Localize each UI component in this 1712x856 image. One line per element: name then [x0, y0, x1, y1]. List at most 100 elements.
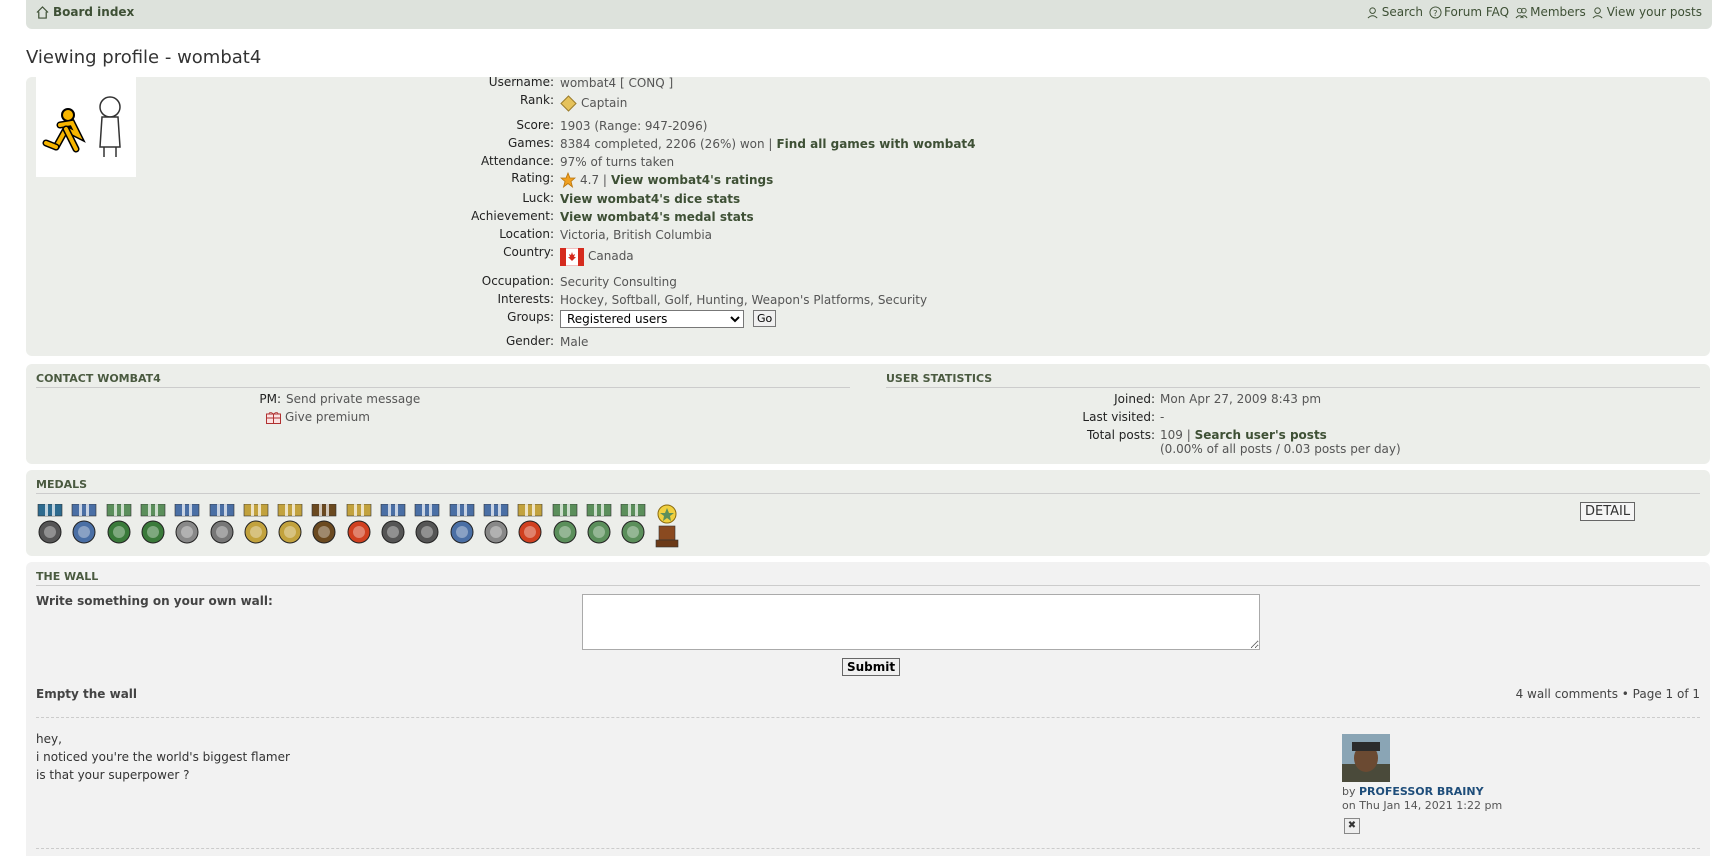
home-icon	[36, 5, 49, 19]
joined-row: Joined: Mon Apr 27, 2009 8:43 pm	[886, 392, 1321, 406]
posts-sub-value: (0.00% of all posts / 0.03 posts per day…	[1160, 442, 1401, 456]
medal-icon	[243, 504, 269, 544]
games-value: 8384 completed, 2206 (26%) won |	[560, 137, 773, 151]
last-visited-row: Last visited: -	[886, 410, 1164, 424]
medal-icon	[346, 504, 371, 544]
total-posts-row: Total posts: 109 | Search user's posts	[886, 428, 1327, 442]
write-wall-label: Write something on your own wall:	[36, 594, 273, 608]
stats-heading: USER STATISTICS	[886, 372, 1700, 388]
medal-icon	[37, 504, 63, 544]
medal-icon	[517, 504, 543, 544]
gender-label: Gender:	[505, 334, 554, 348]
commenter-photo-icon	[1342, 734, 1390, 782]
medal-stats-link[interactable]: View wombat4's medal stats	[560, 210, 754, 224]
medal-icon	[140, 504, 166, 544]
username-value: wombat4 [ CONQ ]	[560, 76, 674, 90]
wall-panel: THE WALL Write something on your own wal…	[26, 562, 1710, 856]
wall-comment-line: hey,	[36, 732, 62, 746]
comment-author-link[interactable]: PROFESSOR BRAINY	[1359, 785, 1484, 798]
medal-detail-button[interactable]: DETAIL	[1580, 502, 1636, 521]
wall-comment: hey, i noticed you're the world's bigges…	[36, 730, 290, 784]
wall-textarea[interactable]	[582, 594, 1260, 650]
wall-heading: THE WALL	[36, 570, 1700, 586]
members-link[interactable]: Members	[1515, 5, 1586, 19]
username-label: Username:	[488, 75, 554, 89]
medal-icon	[380, 504, 406, 544]
luck-label: Luck:	[522, 191, 554, 205]
score-row: Score: 1903 (Range: 947-2096)	[26, 118, 707, 134]
wall-comment-line: is that your superpower ?	[36, 768, 190, 782]
search-link[interactable]: Search	[1367, 5, 1423, 19]
contact-stats-panel: CONTACT WOMBAT4 USER STATISTICS PM: Send…	[26, 364, 1710, 464]
location-row: Location: Victoria, British Columbia	[26, 227, 712, 243]
pm-row: PM: Send private message	[26, 392, 420, 406]
total-posts-value: 109 |	[1160, 428, 1191, 442]
user-search-icon	[1367, 6, 1378, 18]
send-pm-link[interactable]: Send private message	[286, 392, 420, 406]
gender-row: Gender: Male	[26, 334, 589, 350]
joined-value: Mon Apr 27, 2009 8:43 pm	[1160, 392, 1322, 406]
search-user-posts-link[interactable]: Search user's posts	[1195, 428, 1327, 442]
board-index-label: Board index	[53, 5, 135, 19]
medal-icon	[106, 504, 131, 544]
premium-row: Give premium	[266, 410, 370, 424]
medal-icon	[71, 504, 97, 544]
rating-label: Rating:	[511, 171, 554, 185]
board-index-link[interactable]: Board index	[36, 5, 134, 19]
medals-panel: MEDALS DETAIL	[26, 470, 1710, 556]
view-ratings-link[interactable]: View wombat4's ratings	[611, 173, 773, 187]
faq-label: Forum FAQ	[1444, 5, 1510, 19]
total-posts-label: Total posts:	[1086, 428, 1155, 442]
medal-icon	[620, 504, 646, 544]
delete-comment-icon[interactable]: ✖	[1344, 818, 1360, 834]
user-icon	[1592, 6, 1603, 18]
rank-value: Captain	[581, 96, 628, 110]
last-visited-value: -	[1160, 410, 1165, 424]
groups-row: Groups: Registered users Go	[26, 310, 777, 330]
your-posts-link[interactable]: View your posts	[1592, 5, 1702, 19]
medal-icon	[449, 504, 474, 544]
empty-wall-link[interactable]: Empty the wall	[36, 687, 137, 701]
pm-label: PM:	[259, 392, 281, 406]
forum-faq-link[interactable]: ? Forum FAQ	[1429, 5, 1509, 19]
give-premium-link[interactable]: Give premium	[285, 410, 370, 424]
last-visited-label: Last visited:	[1082, 410, 1155, 424]
medal-icon	[483, 504, 509, 544]
canada-flag-icon	[560, 248, 584, 266]
members-icon	[1515, 7, 1528, 18]
groups-select[interactable]: Registered users	[560, 310, 744, 328]
luck-row: Luck: View wombat4's dice stats	[26, 191, 740, 207]
commenter-avatar[interactable]	[1342, 734, 1390, 782]
search-label: Search	[1381, 5, 1423, 19]
attendance-row: Attendance: 97% of turns taken	[26, 154, 674, 170]
wall-comment-line: i noticed you're the world's biggest fla…	[36, 750, 290, 764]
country-label: Country:	[503, 245, 554, 259]
games-label: Games:	[507, 136, 554, 150]
find-games-link[interactable]: Find all games with wombat4	[776, 137, 975, 151]
score-label: Score:	[516, 118, 554, 132]
medal-icon	[277, 504, 303, 544]
comment-byline: by PROFESSOR BRAINY	[1342, 785, 1484, 798]
location-label: Location:	[499, 227, 554, 241]
score-value: 1903 (Range: 947-2096)	[560, 119, 708, 133]
groups-go-button[interactable]: Go	[753, 310, 777, 327]
by-label: by	[1342, 785, 1356, 798]
medal-icon	[174, 504, 200, 544]
interests-label: Interests:	[497, 292, 554, 306]
location-value: Victoria, British Columbia	[560, 228, 713, 242]
star-icon	[560, 172, 576, 188]
posts-sub-row: (0.00% of all posts / 0.03 posts per day…	[1160, 442, 1401, 456]
joined-label: Joined:	[1114, 392, 1155, 406]
achievement-row: Achievement: View wombat4's medal stats	[26, 209, 754, 225]
interests-value: Hockey, Softball, Golf, Hunting, Weapon'…	[560, 293, 928, 307]
occupation-row: Occupation: Security Consulting	[26, 274, 677, 290]
games-row: Games: 8384 completed, 2206 (26%) won | …	[26, 136, 976, 152]
interests-row: Interests: Hockey, Softball, Golf, Hunti…	[26, 292, 927, 308]
submit-button[interactable]: Submit	[842, 658, 901, 676]
occupation-label: Occupation:	[481, 274, 554, 288]
medal-icon	[312, 504, 337, 544]
wall-divider-bottom	[36, 848, 1700, 849]
medal-icon	[209, 504, 234, 544]
dice-stats-link[interactable]: View wombat4's dice stats	[560, 192, 740, 206]
medals-heading: MEDALS	[36, 478, 1700, 494]
